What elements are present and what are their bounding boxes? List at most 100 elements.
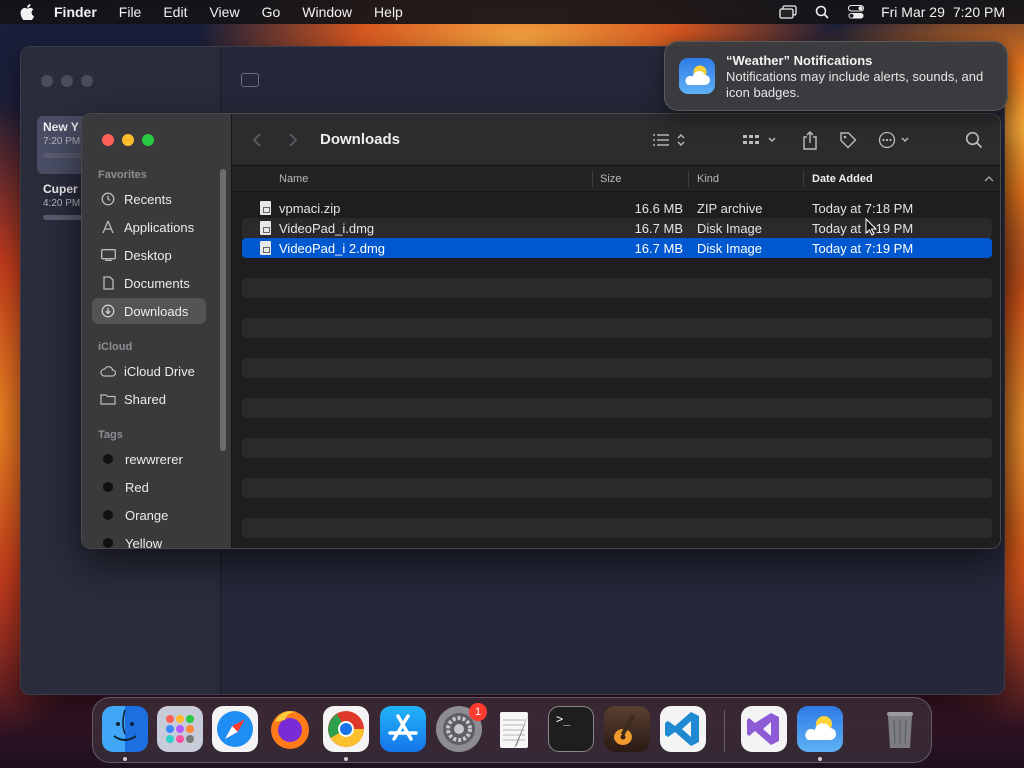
menu-app-name[interactable]: Finder (54, 4, 97, 20)
file-row[interactable]: VideoPad_i.dmg 16.7 MB Disk Image Today … (242, 218, 992, 238)
download-icon (100, 304, 116, 318)
weather-notification[interactable]: “Weather” Notifications Notifications ma… (664, 41, 1008, 111)
menu-help[interactable]: Help (374, 4, 403, 20)
empty-row (242, 358, 992, 378)
empty-row (242, 278, 992, 298)
menu-edit[interactable]: Edit (163, 4, 187, 20)
menu-extras: Fri Mar 29 7:20 PM (779, 0, 1024, 24)
garageband-dock-icon[interactable] (604, 706, 650, 752)
weather-dock-icon[interactable] (797, 706, 843, 752)
sidebar-tag-rewwrerer[interactable]: rewwrerer (92, 446, 206, 472)
column-divider[interactable] (803, 171, 804, 187)
finder-dock-icon[interactable] (102, 706, 148, 752)
file-kind: Disk Image (697, 241, 763, 256)
share-icon[interactable] (800, 130, 820, 150)
sidebar-item-label: Recents (124, 191, 172, 207)
column-name[interactable]: Name (279, 173, 308, 185)
sidebar-item-downloads[interactable]: Downloads (92, 298, 206, 324)
empty-row (242, 418, 992, 438)
file-kind: Disk Image (697, 221, 763, 236)
empty-row (242, 538, 992, 548)
menu-window[interactable]: Window (302, 4, 352, 20)
clock-date: Fri Mar 29 (881, 4, 945, 20)
empty-row (242, 458, 992, 478)
terminal-dock-icon[interactable]: >_ (548, 706, 594, 752)
column-kind[interactable]: Kind (697, 173, 719, 185)
dock: 1 >_ (92, 697, 932, 763)
mouse-pointer-icon (865, 218, 877, 236)
file-kind: ZIP archive (697, 201, 763, 216)
column-divider[interactable] (688, 171, 689, 187)
close-button[interactable] (41, 75, 53, 87)
launchpad-dock-icon[interactable] (157, 706, 203, 752)
sidebar-tag-yellow[interactable]: Yellow (92, 530, 206, 548)
finder-sidebar: Favorites Recents Applications Desktop D… (82, 114, 232, 548)
empty-row (242, 318, 992, 338)
tag-dot-icon (103, 454, 113, 464)
vscode-dock-icon[interactable] (660, 706, 706, 752)
more-actions-icon[interactable] (878, 130, 916, 150)
tag-icon[interactable] (838, 130, 858, 150)
disk-image-file-icon (260, 221, 271, 235)
textedit-dock-icon[interactable] (492, 706, 538, 752)
screen-mirroring-icon[interactable] (779, 5, 797, 19)
chrome-dock-icon[interactable] (323, 706, 369, 752)
trash-dock-icon[interactable] (877, 706, 923, 752)
group-by-icon[interactable] (742, 130, 780, 150)
control-center-icon[interactable] (847, 5, 865, 19)
running-indicator (818, 757, 822, 761)
sidebar-item-shared[interactable]: Shared (92, 386, 206, 412)
sidebar-toggle-icon[interactable] (241, 73, 259, 87)
sidebar-tag-orange[interactable]: Orange (92, 502, 206, 528)
file-row[interactable]: vpmaci.zip 16.6 MB ZIP archive Today at … (242, 198, 992, 218)
sidebar-item-icloud-drive[interactable]: iCloud Drive (92, 358, 206, 384)
sidebar-item-documents[interactable]: Documents (92, 270, 206, 296)
visual-studio-dock-icon[interactable] (741, 706, 787, 752)
tag-dot-icon (103, 538, 113, 548)
sidebar-item-label: iCloud Drive (124, 363, 195, 379)
sidebar-scrollbar[interactable] (220, 169, 226, 451)
weather-app-icon (679, 58, 715, 94)
column-size[interactable]: Size (600, 173, 621, 185)
safari-dock-icon[interactable] (212, 706, 258, 752)
menu-file[interactable]: File (119, 4, 142, 20)
sidebar-item-label: Shared (124, 391, 166, 407)
minimize-button[interactable] (122, 134, 134, 146)
sort-ascending-icon[interactable] (984, 176, 994, 182)
menu-go[interactable]: Go (262, 4, 281, 20)
file-row-selected[interactable]: VideoPad_i 2.dmg 16.7 MB Disk Image Toda… (242, 238, 992, 258)
sidebar-item-recents[interactable]: Recents (92, 186, 206, 212)
column-divider[interactable] (592, 171, 593, 187)
note-preview-placeholder (43, 153, 83, 158)
forward-icon[interactable] (288, 130, 298, 150)
sidebar-item-applications[interactable]: Applications (92, 214, 206, 240)
back-icon[interactable] (252, 130, 262, 150)
menu-view[interactable]: View (209, 4, 239, 20)
empty-row (242, 498, 992, 518)
file-size: 16.6 MB (634, 201, 683, 216)
search-icon[interactable] (964, 130, 984, 150)
list-view-icon[interactable] (652, 130, 690, 150)
terminal-prompt: >_ (556, 712, 571, 726)
zip-file-icon (260, 201, 271, 215)
file-date-added: Today at 7:18 PM (812, 201, 914, 216)
file-name: VideoPad_i 2.dmg (279, 241, 386, 256)
zoom-button[interactable] (142, 134, 154, 146)
zoom-button[interactable] (81, 75, 93, 87)
running-indicator (123, 757, 127, 761)
favorites-header: Favorites (98, 169, 147, 181)
document-icon (100, 276, 116, 290)
column-date-added[interactable]: Date Added (812, 173, 873, 185)
close-button[interactable] (102, 134, 114, 146)
cloud-icon (100, 364, 116, 378)
firefox-dock-icon[interactable] (267, 706, 313, 752)
spotlight-search-icon[interactable] (813, 5, 831, 19)
dock-divider (724, 710, 725, 752)
menu-clock[interactable]: Fri Mar 29 7:20 PM (881, 4, 1005, 20)
empty-row (242, 438, 992, 458)
minimize-button[interactable] (61, 75, 73, 87)
apple-menu-icon[interactable] (20, 4, 34, 20)
sidebar-item-desktop[interactable]: Desktop (92, 242, 206, 268)
app-store-dock-icon[interactable] (380, 706, 426, 752)
sidebar-tag-red[interactable]: Red (92, 474, 206, 500)
